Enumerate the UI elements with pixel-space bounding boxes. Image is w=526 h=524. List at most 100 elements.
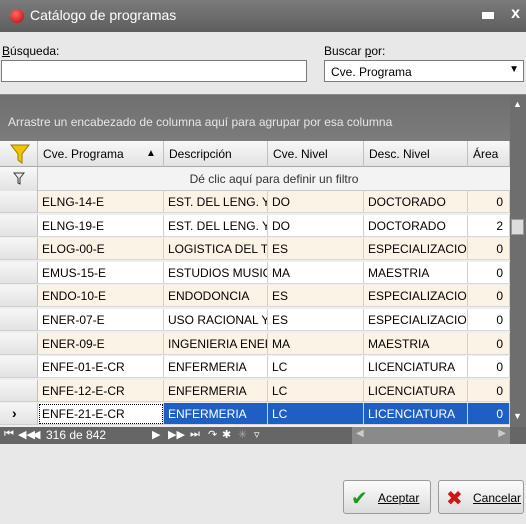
row-selector[interactable] <box>0 191 38 213</box>
filter-row[interactable]: Dé clic aquí para definir un filtro <box>0 167 510 191</box>
cell-area[interactable]: 0 <box>468 191 510 213</box>
cell-area[interactable]: 0 <box>468 238 510 261</box>
cell-descripcion[interactable]: EST. DEL LENG. Y <box>164 191 268 213</box>
filter-funnel-icon[interactable] <box>10 143 30 165</box>
table-row[interactable]: › ENFE-21-E-CR ENFERMERIA LC LICENCIATURA 0 <box>0 403 510 426</box>
prev-record-button[interactable]: ◀ <box>32 428 40 441</box>
cell-cve-programa[interactable]: ENFE-01-E-CR <box>38 356 164 379</box>
scroll-right-icon[interactable]: ▶ <box>498 428 506 439</box>
scroll-thumb[interactable] <box>511 219 524 235</box>
cell-area[interactable]: 0 <box>468 379 510 402</box>
cell-desc-nivel[interactable]: ESPECIALIZACIO <box>364 285 468 308</box>
cell-cve-nivel[interactable]: MA <box>268 261 364 284</box>
cell-cve-nivel[interactable]: MA <box>268 332 364 355</box>
next-page-button[interactable]: ▶▶ <box>168 428 185 441</box>
cell-desc-nivel[interactable]: LICENCIATURA <box>364 379 468 402</box>
column-chooser[interactable] <box>0 141 38 167</box>
table-row[interactable]: ENDO-10-E ENDODONCIA ES ESPECIALIZACIO 0 <box>0 285 510 308</box>
cell-cve-nivel[interactable]: LC <box>268 379 364 402</box>
table-row[interactable]: ENER-09-E INGENIERIA ENER MA MAESTRIA 0 <box>0 332 510 355</box>
table-row[interactable]: ENFE-12-E-CR ENFERMERIA LC LICENCIATURA 0 <box>0 379 510 402</box>
horizontal-scrollbar[interactable]: ◀ ▶ <box>352 427 510 444</box>
scroll-down-icon[interactable]: ▼ <box>513 411 522 421</box>
last-record-button[interactable]: ⏭ <box>190 428 200 441</box>
cell-descripcion[interactable]: EST. DEL LENG. Y <box>164 214 268 237</box>
group-by-area[interactable]: Arrastre un encabezado de columna aquí p… <box>0 95 510 141</box>
table-row[interactable]: ELNG-19-E EST. DEL LENG. Y DO DOCTORADO 2 <box>0 214 510 237</box>
scroll-left-icon[interactable]: ◀ <box>356 428 364 439</box>
cell-cve-nivel[interactable]: DO <box>268 214 364 237</box>
add-record-icon[interactable]: ✱ <box>222 428 231 441</box>
cell-descripcion[interactable]: LOGISTICA DEL T <box>164 238 268 261</box>
cell-descripcion[interactable]: INGENIERIA ENER <box>164 332 268 355</box>
chevron-down-icon[interactable]: ▼ <box>509 64 519 75</box>
search-by-select[interactable]: Cve. Programa ▼ <box>324 60 524 82</box>
cell-descripcion[interactable]: ENFERMERIA <box>164 356 268 379</box>
row-selector[interactable] <box>0 379 38 402</box>
table-row[interactable]: ENFE-01-E-CR ENFERMERIA LC LICENCIATURA 0 <box>0 356 510 379</box>
row-selector[interactable] <box>0 356 38 379</box>
cell-cve-nivel[interactable]: ES <box>268 285 364 308</box>
cell-desc-nivel[interactable]: MAESTRIA <box>364 261 468 284</box>
close-button[interactable]: x <box>511 5 520 23</box>
accept-button[interactable]: ✔ Aceptar <box>343 480 431 514</box>
next-record-button[interactable]: ▶ <box>152 428 160 441</box>
row-selector[interactable] <box>0 332 38 355</box>
cell-cve-programa[interactable]: ELNG-19-E <box>38 214 164 237</box>
cell-cve-programa[interactable]: ELNG-14-E <box>38 191 164 213</box>
cell-descripcion[interactable]: ESTUDIOS MUSIC <box>164 261 268 284</box>
table-row[interactable]: ELOG-00-E LOGISTICA DEL T ES ESPECIALIZACIO… <box>0 238 510 261</box>
row-selector[interactable] <box>0 309 38 331</box>
cell-cve-programa[interactable]: ENER-09-E <box>38 332 164 355</box>
table-row[interactable]: EMUS-15-E ESTUDIOS MUSIC MA MAESTRIA 0 <box>0 261 510 284</box>
cell-area[interactable]: 0 <box>468 309 510 331</box>
cancel-button[interactable]: ✖ Cancelar <box>438 480 524 514</box>
cell-descripcion[interactable]: ENFERMERIA <box>164 403 268 426</box>
cell-descripcion[interactable]: ENFERMERIA <box>164 379 268 402</box>
cell-cve-nivel[interactable]: ES <box>268 238 364 261</box>
row-selector[interactable]: › <box>0 403 38 426</box>
cell-descripcion[interactable]: USO RACIONAL Y <box>164 309 268 331</box>
filter-nav-icon[interactable]: ▿ <box>254 428 260 441</box>
cell-desc-nivel[interactable]: ESPECIALIZACIO <box>364 309 468 331</box>
cell-cve-programa[interactable]: ENFE-12-E-CR <box>38 379 164 402</box>
header-cve-programa[interactable]: Cve. Programa ▲ <box>38 141 164 167</box>
scroll-up-icon[interactable]: ▲ <box>513 99 522 109</box>
row-selector[interactable] <box>0 285 38 308</box>
row-selector[interactable] <box>0 214 38 237</box>
header-area[interactable]: Área <box>468 141 510 167</box>
delete-record-icon[interactable]: ✳ <box>238 428 247 441</box>
header-cve-nivel[interactable]: Cve. Nivel <box>268 141 364 167</box>
cell-cve-programa[interactable]: ENFE-21-E-CR <box>38 403 164 426</box>
minimize-icon[interactable] <box>480 8 494 22</box>
cell-area[interactable]: 2 <box>468 214 510 237</box>
cell-area[interactable]: 0 <box>468 332 510 355</box>
cell-desc-nivel[interactable]: DOCTORADO <box>364 214 468 237</box>
cell-cve-programa[interactable]: EMUS-15-E <box>38 261 164 284</box>
cell-cve-nivel[interactable]: DO <box>268 191 364 213</box>
cell-area[interactable]: 0 <box>468 356 510 379</box>
cell-cve-programa[interactable]: ELOG-00-E <box>38 238 164 261</box>
cell-cve-nivel[interactable]: LC <box>268 403 364 426</box>
first-record-button[interactable]: ⏮ <box>4 428 14 441</box>
table-row[interactable]: ELNG-14-E EST. DEL LENG. Y DO DOCTORADO 0 <box>0 191 510 213</box>
cell-area[interactable]: 0 <box>468 261 510 284</box>
table-row[interactable]: ENER-07-E USO RACIONAL Y ES ESPECIALIZACIO 0 <box>0 309 510 331</box>
cell-descripcion[interactable]: ENDODONCIA <box>164 285 268 308</box>
row-selector[interactable] <box>0 261 38 284</box>
cell-desc-nivel[interactable]: MAESTRIA <box>364 332 468 355</box>
cell-desc-nivel[interactable]: LICENCIATURA <box>364 356 468 379</box>
cell-desc-nivel[interactable]: LICENCIATURA <box>364 403 468 426</box>
cell-area[interactable]: 0 <box>468 285 510 308</box>
refresh-icon[interactable]: ↷ <box>208 428 217 441</box>
vertical-scrollbar[interactable]: ▲ ▼ <box>510 95 526 427</box>
cell-cve-programa[interactable]: ENDO-10-E <box>38 285 164 308</box>
cell-cve-nivel[interactable]: ES <box>268 309 364 331</box>
cell-desc-nivel[interactable]: ESPECIALIZACIO <box>364 238 468 261</box>
header-desc-nivel[interactable]: Desc. Nivel <box>364 141 468 167</box>
cell-cve-nivel[interactable]: LC <box>268 356 364 379</box>
cell-cve-programa[interactable]: ENER-07-E <box>38 309 164 331</box>
cell-area[interactable]: 0 <box>468 403 510 426</box>
row-selector[interactable] <box>0 238 38 261</box>
header-descripcion[interactable]: Descripción <box>164 141 268 167</box>
